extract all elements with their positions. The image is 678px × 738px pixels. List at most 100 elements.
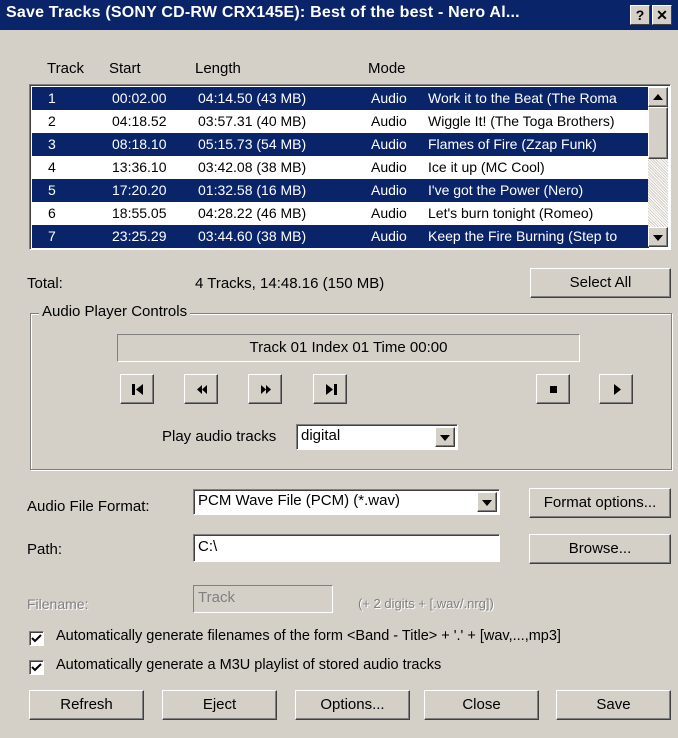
filename-hint: (+ 2 digits + [.wav/.nrg]) [358,596,494,611]
play-audio-select[interactable]: digital [296,424,458,450]
eject-button[interactable]: Eject [162,690,277,720]
scroll-down-button[interactable] [648,227,668,247]
track-length: 01:32.58 (16 MB) [198,182,307,198]
stop-icon [550,386,557,393]
table-row[interactable]: 4 13:36.10 03:42.08 (38 MB) Audio Ice it up … [32,156,649,179]
help-button[interactable]: ? [630,5,650,25]
play-audio-label: Play audio tracks [162,428,277,445]
scroll-down-icon [653,235,663,241]
track-number: 7 [48,228,56,244]
track-mode: Audio [371,113,407,129]
scroll-up-button[interactable] [648,87,668,107]
options-button[interactable]: Options... [295,690,410,720]
play-audio-value: digital [301,427,341,444]
track-start: 17:20.20 [112,182,167,198]
table-row[interactable]: 3 08:18.10 05:15.73 (54 MB) Audio Flames of … [32,133,649,156]
checkmark-icon [31,634,42,643]
track-list-scrollbar[interactable] [648,87,668,247]
track-length: 03:44.60 (38 MB) [198,228,307,244]
format-dropdown-button[interactable] [477,492,497,512]
track-number: 2 [48,113,56,129]
track-length: 04:14.50 (43 MB) [198,90,307,106]
table-row[interactable]: 1 00:02.00 04:14.50 (43 MB) Audio Work it to… [32,87,649,110]
play-button[interactable] [599,374,633,404]
format-select[interactable]: PCM Wave File (PCM) (*.wav) [193,489,500,515]
track-title: Let's burn tonight (Romeo) [428,205,594,221]
format-label: Audio File Format: [27,498,150,515]
track-title: Work it to the Beat (The Roma [428,90,617,106]
format-value: PCM Wave File (PCM) (*.wav) [198,492,400,509]
track-mode: Audio [371,228,407,244]
track-length: 05:15.73 (54 MB) [198,136,307,152]
column-header-start[interactable]: Start [109,60,141,77]
next-track-button[interactable] [313,374,347,404]
audio-player-group-title: Audio Player Controls [39,303,191,320]
track-start: 00:02.00 [112,90,167,106]
checkmark-icon [31,663,42,672]
path-input[interactable]: C:\ [193,534,500,562]
track-list[interactable]: 1 00:02.00 04:14.50 (43 MB) Audio Work it to… [29,84,671,250]
track-number: 5 [48,182,56,198]
close-button[interactable]: Close [424,690,539,720]
track-start: 18:55.05 [112,205,167,221]
fast-forward-button[interactable] [248,374,282,404]
track-number: 1 [48,90,56,106]
track-number: 3 [48,136,56,152]
format-options-button[interactable]: Format options... [529,488,671,518]
column-header-length[interactable]: Length [195,60,241,77]
play-icon [614,384,621,395]
track-number: 4 [48,159,56,175]
column-header-mode[interactable]: Mode [368,60,406,77]
track-title: Flames of Fire (Zzap Funk) [428,136,597,152]
previous-track-button[interactable] [120,374,154,404]
scroll-up-icon [653,94,663,100]
filename-label: Filename: [27,596,89,612]
save-button[interactable]: Save [556,690,671,720]
track-length: 04:28.22 (46 MB) [198,205,307,221]
track-length: 03:42.08 (38 MB) [198,159,307,175]
track-list-header: Track Start Length Mode [0,60,678,84]
play-audio-dropdown-button[interactable] [435,427,455,447]
player-status-display: Track 01 Index 01 Time 00:00 [117,334,580,362]
track-mode: Audio [371,205,407,221]
close-window-button[interactable]: ✕ [652,5,672,25]
chevron-down-icon [482,500,492,506]
track-length: 03:57.31 (40 MB) [198,113,307,129]
stop-button[interactable] [536,374,570,404]
table-row[interactable]: 5 17:20.20 01:32.58 (16 MB) Audio I've got t… [32,179,649,202]
scroll-thumb[interactable] [648,107,668,159]
total-label: Total: [27,275,63,292]
title-bar[interactable]: Save Tracks (SONY CD-RW CRX145E): Best o… [0,0,678,30]
fast-forward-icon [261,385,271,394]
window-title: Save Tracks (SONY CD-RW CRX145E): Best o… [6,4,520,21]
track-mode: Audio [371,159,407,175]
track-title: Wiggle It! (The Toga Brothers) [428,113,615,129]
auto-m3u-label[interactable]: Automatically generate a M3U playlist of… [56,657,441,673]
select-all-button[interactable]: Select All [530,268,671,298]
browse-button[interactable]: Browse... [529,534,671,564]
track-start: 13:36.10 [112,159,167,175]
track-title: I've got the Power (Nero) [428,182,584,198]
path-label: Path: [27,541,63,558]
track-number: 6 [48,205,56,221]
track-title: Keep the Fire Burning (Step to [428,228,618,244]
rewind-icon [197,385,207,394]
track-mode: Audio [371,182,407,198]
table-row[interactable]: 6 18:55.05 04:28.22 (46 MB) Audio Let's burn… [32,202,649,225]
rewind-button[interactable] [184,374,218,404]
track-title: Ice it up (MC Cool) [428,159,545,175]
table-row[interactable]: 7 23:25.29 03:44.60 (38 MB) Audio Keep the F… [32,225,649,248]
skip-previous-icon [132,384,143,395]
track-start: 23:25.29 [112,228,167,244]
filename-input[interactable]: Track [193,585,333,613]
auto-m3u-checkbox[interactable] [29,660,44,675]
auto-filenames-label[interactable]: Automatically generate filenames of the … [56,628,561,644]
auto-filenames-checkbox[interactable] [29,631,44,646]
column-header-track[interactable]: Track [47,60,84,77]
table-row[interactable]: 2 04:18.52 03:57.31 (40 MB) Audio Wiggle It!… [32,110,649,133]
skip-next-icon [326,384,337,395]
total-value: 4 Tracks, 14:48.16 (150 MB) [195,275,385,292]
refresh-button[interactable]: Refresh [29,690,144,720]
track-mode: Audio [371,90,407,106]
track-start: 08:18.10 [112,136,167,152]
